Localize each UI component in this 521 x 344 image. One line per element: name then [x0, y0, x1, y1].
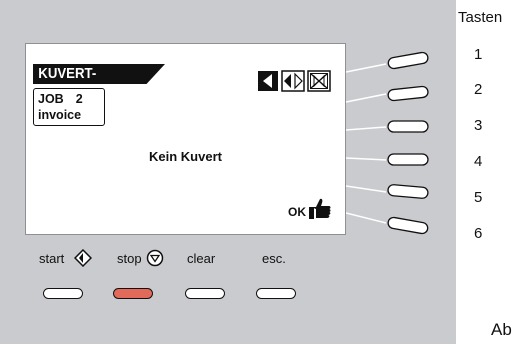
softkey-1[interactable]	[346, 51, 429, 73]
clear-label: clear	[187, 251, 216, 266]
start-button[interactable]	[43, 288, 83, 299]
stop-button[interactable]	[113, 288, 153, 299]
softkey-2[interactable]	[346, 85, 429, 103]
control-panel: KUVERT-EINGABEN JOB 2 invoice Kein Kuver…	[0, 0, 456, 344]
softkey-5[interactable]	[346, 184, 429, 199]
legend-key-1: 1	[474, 46, 483, 63]
softkey-3[interactable]	[346, 120, 429, 133]
legend-key-5: 5	[474, 189, 483, 206]
softkey-6[interactable]	[346, 212, 429, 235]
footer-text: Ab	[491, 320, 512, 339]
start-label: start	[39, 251, 65, 266]
ok-label: OK	[288, 205, 306, 219]
arrow-both-icon[interactable]	[281, 70, 305, 92]
legend-column	[456, 0, 521, 344]
legend-key-6: 6	[474, 225, 483, 242]
cross-box-icon[interactable]	[307, 70, 331, 92]
softkey-column	[346, 51, 429, 235]
esc-label: esc.	[262, 251, 286, 266]
stop-label: stop	[117, 251, 142, 266]
esc-button[interactable]	[256, 288, 296, 299]
job-box: JOB 2 invoice	[33, 88, 105, 126]
job-number: 2	[75, 92, 83, 106]
legend-title: Tasten	[458, 9, 503, 26]
start-diamond-icon	[74, 249, 92, 267]
clear-button[interactable]	[185, 288, 225, 299]
legend-key-2: 2	[474, 81, 483, 98]
legend-key-3: 3	[474, 117, 483, 134]
stop-circle-icon	[146, 249, 164, 267]
status-message: Kein Kuvert	[149, 149, 222, 164]
nav-icons	[258, 70, 331, 92]
softkey-4[interactable]	[346, 153, 429, 166]
arrow-left-icon[interactable]	[258, 71, 278, 91]
legend-key-4: 4	[474, 153, 483, 170]
job-label: JOB	[38, 92, 64, 106]
lcd-display: KUVERT-EINGABEN JOB 2 invoice Kein Kuver…	[25, 43, 346, 235]
display-title: KUVERT-EINGABEN	[33, 64, 165, 84]
job-name: invoice	[38, 108, 82, 122]
thumbs-up-icon[interactable]	[307, 197, 333, 221]
